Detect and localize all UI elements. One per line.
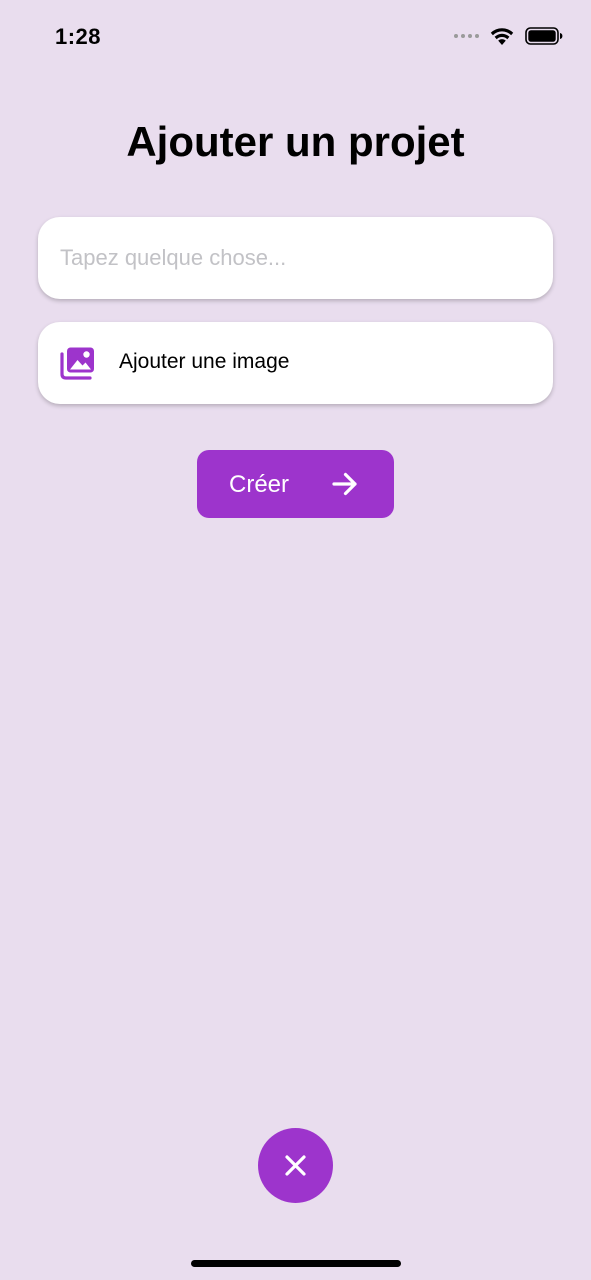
images-icon	[60, 347, 94, 380]
create-button-label: Créer	[229, 471, 290, 498]
close-button[interactable]	[258, 1128, 333, 1203]
status-time: 1:28	[55, 24, 102, 49]
text-input-card[interactable]	[38, 217, 553, 299]
create-button[interactable]: Créer	[197, 450, 394, 518]
arrow-right-icon	[332, 472, 357, 496]
signal-dots-icon	[454, 34, 479, 38]
home-indicator	[191, 1260, 401, 1267]
battery-icon	[525, 27, 563, 45]
status-icons	[454, 26, 563, 46]
wifi-icon	[490, 28, 514, 45]
page-title: Ajouter un projet	[126, 118, 465, 165]
close-icon	[285, 1155, 306, 1176]
project-name-input[interactable]	[60, 217, 530, 299]
status-bar: 1:28	[0, 0, 591, 76]
add-image-label: Ajouter une image	[119, 350, 290, 373]
add-image-button[interactable]: Ajouter une image	[38, 322, 553, 404]
